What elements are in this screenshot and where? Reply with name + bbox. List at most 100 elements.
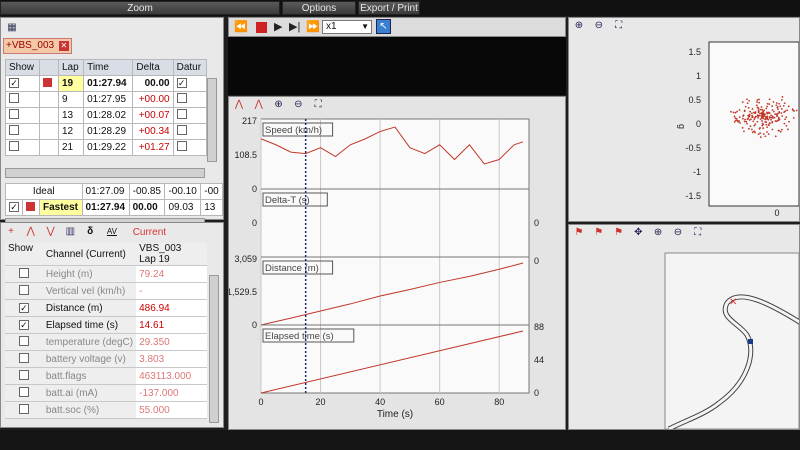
export-menu[interactable]: Export / Print: [358, 1, 420, 15]
lap-datum-checkbox[interactable]: ✓: [176, 78, 187, 88]
lap-color-swatch[interactable]: [43, 142, 52, 151]
lap-show-checkbox[interactable]: [9, 141, 19, 151]
zoom-out-icon[interactable]: ⊖: [291, 98, 305, 112]
lap-color-swatch[interactable]: [42, 77, 52, 87]
scatter-point: [748, 99, 750, 102]
speed-select[interactable]: x1 ▼: [322, 20, 372, 34]
fastest-row[interactable]: ✓ Fastest 01:27.94 00.00 09.03 13: [5, 199, 223, 216]
map-fit-icon[interactable]: ⛶: [691, 226, 705, 240]
channel-row[interactable]: Vertical vel (km/h) -: [5, 282, 207, 300]
step-forward-icon[interactable]: ▶|: [289, 20, 300, 33]
scatter-point: [733, 121, 736, 123]
col-lap[interactable]: Lap: [57, 59, 85, 76]
playback-toolbar: ⏪ ▶ ▶| ⏩ x1 ▼ ↖: [228, 17, 566, 37]
channel-show-checkbox[interactable]: ✓: [18, 319, 29, 330]
rewind-icon[interactable]: ⏪: [234, 20, 248, 33]
trace-add-icon[interactable]: ⋀: [252, 98, 266, 112]
fastest-show-checkbox[interactable]: ✓: [9, 202, 19, 212]
map-tool-2-icon[interactable]: ⚑: [592, 226, 606, 240]
scatter-point: [764, 113, 766, 116]
scatter-point: [774, 135, 777, 138]
col-time[interactable]: Time: [83, 59, 134, 76]
scatter-y-tick: 1.5: [688, 47, 701, 57]
valley-icon[interactable]: ⋁: [44, 225, 58, 239]
channel-row[interactable]: Height (m) 79.24: [5, 265, 207, 283]
col-datum[interactable]: Datur: [172, 59, 208, 76]
fastest-color-swatch[interactable]: [26, 201, 35, 211]
stop-icon[interactable]: [256, 22, 267, 33]
map-zoom-in-icon[interactable]: ⊕: [651, 226, 665, 240]
channel-row[interactable]: batt.flags 463113.000: [5, 367, 207, 385]
zoom-in-icon[interactable]: ⊕: [272, 98, 286, 112]
gg-zoom-in-icon[interactable]: ⊕: [572, 19, 586, 33]
lap-show-checkbox[interactable]: [9, 109, 19, 119]
lap-datum-checkbox[interactable]: [176, 109, 187, 119]
map-pan-icon[interactable]: ✥: [631, 226, 645, 240]
lap-datum-checkbox[interactable]: [176, 93, 187, 103]
cursor-tool-icon[interactable]: ↖: [376, 19, 391, 34]
channel-show-checkbox[interactable]: [18, 335, 29, 346]
play-icon[interactable]: ▶: [274, 20, 282, 33]
channel-name: Elapsed time (s): [42, 316, 137, 334]
ideal-row[interactable]: Ideal 01:27.09 -00.85 -00.10 -00: [5, 183, 223, 200]
lap-row[interactable]: 9 01:27.95 +00.00: [5, 91, 208, 108]
col-show[interactable]: Show: [5, 59, 40, 76]
channel-show-checkbox[interactable]: [18, 369, 29, 380]
fit-icon[interactable]: ⛶: [311, 98, 325, 112]
lap-color-swatch[interactable]: [43, 110, 52, 119]
channel-row[interactable]: batt.soc (%) 55.000: [5, 401, 207, 419]
channel-value: 79.24: [136, 265, 207, 283]
gg-scatter-chart[interactable]: 1.5 1 0.5 0 -0.5 -1 -1.5 g 0 g: [569, 36, 799, 221]
channel-show-checkbox[interactable]: [18, 352, 29, 363]
lap-show-checkbox[interactable]: ✓: [9, 78, 19, 88]
channel-row[interactable]: batt.ai (mA) -137.000: [5, 384, 207, 402]
average-icon[interactable]: AV: [103, 225, 121, 239]
gg-zoom-out-icon[interactable]: ⊖: [592, 19, 606, 33]
channel-row[interactable]: ✓ Distance (m) 486.94: [5, 299, 207, 317]
lap-table-hscroll[interactable]: [5, 168, 205, 178]
lap-datum-checkbox[interactable]: [176, 141, 187, 151]
time-series-chart[interactable]: Speed (km/h) 217 108.5 0 Delta-T (s) 0 0 Distan…: [229, 115, 565, 429]
column-icon[interactable]: ▥: [63, 225, 77, 239]
channel-show-checkbox[interactable]: [18, 267, 29, 278]
scatter-point: [753, 130, 756, 133]
lap-row[interactable]: 12 01:28.29 +00.34: [5, 123, 208, 140]
scatter-point: [769, 122, 771, 125]
track-map[interactable]: ✕: [569, 243, 799, 429]
plot-area: [260, 118, 530, 394]
lap-list-icon[interactable]: ▦: [5, 21, 19, 35]
channel-show-checkbox[interactable]: [18, 386, 29, 397]
fast-forward-icon[interactable]: ⏩: [306, 20, 320, 33]
session-tab[interactable]: +VBS_003 ✕: [3, 38, 72, 54]
lap-row[interactable]: 21 01:29.22 +01.27: [5, 139, 208, 156]
gg-fit-icon[interactable]: ⛶: [612, 19, 626, 33]
lap-show-checkbox[interactable]: [9, 93, 19, 103]
current-toggle[interactable]: Current: [133, 227, 166, 238]
channel-row[interactable]: temperature (degC) 29.350: [5, 333, 207, 351]
delta-icon[interactable]: δ: [83, 225, 97, 239]
channel-show-checkbox[interactable]: [18, 284, 29, 295]
options-menu[interactable]: Options: [282, 1, 356, 15]
col-delta[interactable]: Delta: [132, 59, 174, 76]
channel-row[interactable]: battery voltage (v) 3.803: [5, 350, 207, 368]
map-zoom-out-icon[interactable]: ⊖: [671, 226, 685, 240]
lap-row[interactable]: ✓ 19 01:27.94 00.00 ✓: [5, 75, 208, 92]
channel-show-checkbox[interactable]: [18, 403, 29, 414]
map-tool-1-icon[interactable]: ⚑: [572, 226, 586, 240]
close-icon[interactable]: ✕: [58, 41, 69, 51]
lap-color-swatch[interactable]: [43, 94, 52, 103]
add-channel-icon[interactable]: +: [4, 225, 18, 239]
peak-icon[interactable]: ⋀: [24, 225, 38, 239]
scatter-point: [776, 115, 778, 118]
lap-table-vscroll[interactable]: [207, 78, 217, 162]
lap-color-swatch[interactable]: [43, 126, 52, 135]
trace-tool-icon[interactable]: ⋀: [232, 98, 246, 112]
zoom-menu[interactable]: Zoom: [0, 1, 280, 15]
channel-row[interactable]: ✓ Elapsed time (s) 14.61: [5, 316, 207, 334]
lap-row[interactable]: 13 01:28.02 +00.07: [5, 107, 208, 124]
map-tool-3-icon[interactable]: ⚑: [612, 226, 626, 240]
channel-vscroll[interactable]: [209, 275, 219, 423]
lap-show-checkbox[interactable]: [9, 125, 19, 135]
channel-show-checkbox[interactable]: ✓: [18, 302, 29, 313]
lap-datum-checkbox[interactable]: [176, 125, 187, 135]
